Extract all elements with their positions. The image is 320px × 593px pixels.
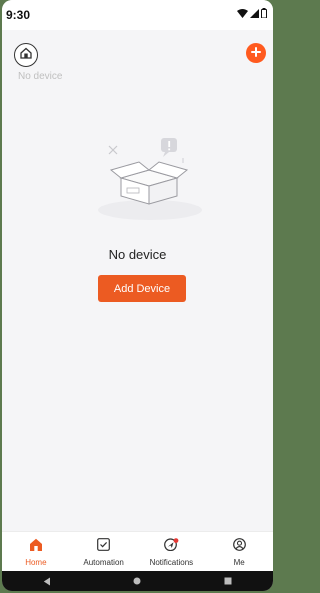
app-screen: 9:30 No device No device Add Device Home… xyxy=(2,0,273,591)
tab-me[interactable]: Me xyxy=(205,532,273,572)
empty-box-icon xyxy=(97,132,203,220)
automation-icon xyxy=(97,538,111,556)
home-nav-icon[interactable] xyxy=(133,577,141,585)
tab-notifications-label: Notifications xyxy=(149,558,194,567)
system-navigation-bar xyxy=(2,571,273,591)
system-icons xyxy=(237,8,267,18)
tab-me-label: Me xyxy=(233,558,245,567)
tab-home[interactable]: Home xyxy=(2,532,70,572)
battery-icon xyxy=(261,8,267,18)
home-selector-button[interactable] xyxy=(14,43,38,67)
status-time: 9:30 xyxy=(6,8,31,22)
tab-home-label: Home xyxy=(25,558,47,567)
me-icon xyxy=(232,538,246,556)
back-icon[interactable] xyxy=(43,577,51,586)
tab-notifications[interactable]: Notifications xyxy=(138,532,206,572)
signal-icon xyxy=(250,8,259,18)
home-subtitle: No device xyxy=(18,71,63,82)
status-bar: 9:30 xyxy=(2,0,273,30)
tab-automation-label: Automation xyxy=(83,558,124,567)
plus-icon xyxy=(251,44,261,62)
add-device-button[interactable]: Add Device xyxy=(98,275,186,302)
home-icon xyxy=(20,46,32,64)
empty-state-title: No device xyxy=(108,247,167,262)
bottom-tab-bar: Home Automation Notifications Me xyxy=(2,531,273,572)
home-tab-icon xyxy=(29,538,43,556)
tab-automation[interactable]: Automation xyxy=(70,532,138,572)
add-button[interactable] xyxy=(246,43,266,63)
wifi-icon xyxy=(237,8,248,18)
recents-icon[interactable] xyxy=(224,577,232,585)
notifications-icon xyxy=(163,538,179,556)
